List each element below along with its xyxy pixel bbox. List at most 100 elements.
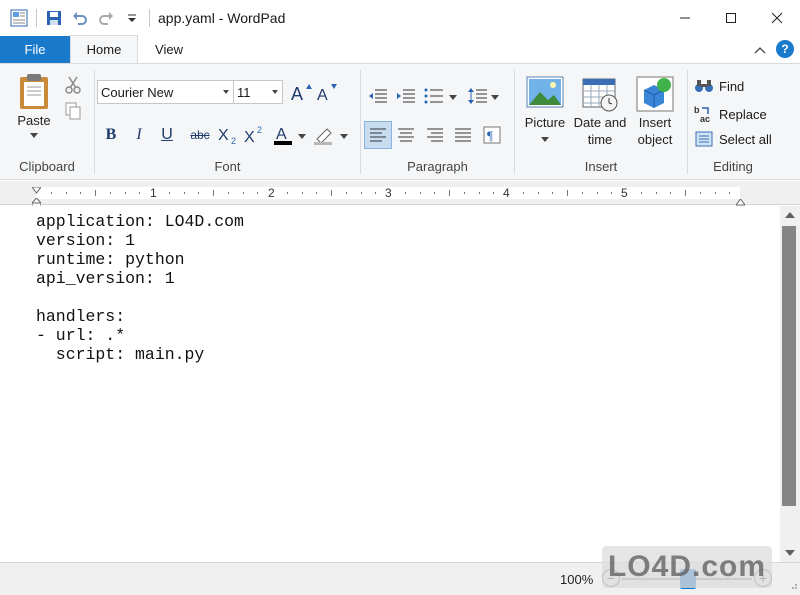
- document-line: runtime: python: [36, 250, 185, 269]
- document-area[interactable]: application: LO4D.com version: 1 runtime…: [0, 206, 780, 562]
- ruler-tick: [434, 192, 435, 194]
- ruler-tick: [66, 192, 67, 194]
- paste-label: Paste: [17, 113, 51, 128]
- picture-label: Picture: [524, 115, 566, 130]
- svg-text:2: 2: [257, 125, 262, 135]
- paste-icon: [20, 74, 48, 109]
- ruler-half-tick: [213, 190, 214, 196]
- highlight-color-icon[interactable]: [313, 123, 337, 147]
- ruler-tick: [523, 192, 524, 194]
- line-spacing-icon[interactable]: [466, 84, 490, 108]
- align-center-icon[interactable]: [394, 123, 418, 147]
- replace-button[interactable]: b ac Replace: [694, 105, 767, 123]
- ruler-number: 2: [268, 186, 275, 200]
- insert-picture-button[interactable]: Picture: [521, 76, 569, 142]
- italic-icon[interactable]: I: [127, 123, 151, 147]
- svg-text:A: A: [291, 84, 303, 102]
- font-color-icon[interactable]: A: [273, 123, 297, 147]
- font-size-select[interactable]: 11: [233, 80, 283, 104]
- strikethrough-icon[interactable]: abc: [185, 123, 215, 147]
- close-button[interactable]: [754, 0, 800, 36]
- insert-date-time-button[interactable]: Date and time: [571, 76, 629, 148]
- shrink-font-icon[interactable]: A: [315, 80, 339, 104]
- ruler-tick: [479, 192, 480, 194]
- ruler-tick: [139, 192, 140, 194]
- binoculars-icon: [695, 80, 713, 92]
- grow-font-icon[interactable]: A: [289, 80, 313, 104]
- superscript-icon[interactable]: X2: [243, 123, 267, 147]
- collapse-ribbon-icon[interactable]: [754, 42, 766, 57]
- bullet-list-icon[interactable]: [422, 84, 446, 108]
- line-spacing-dropdown-icon[interactable]: [490, 86, 500, 108]
- justify-icon[interactable]: [451, 123, 475, 147]
- align-right-icon[interactable]: [423, 123, 447, 147]
- resize-grip-icon[interactable]: [788, 578, 798, 593]
- increase-indent-icon[interactable]: [394, 84, 418, 108]
- copy-icon[interactable]: [62, 100, 84, 122]
- scroll-up-arrow-icon[interactable]: [785, 212, 795, 218]
- cut-icon[interactable]: [62, 74, 84, 96]
- date-time-label-line1: Date and: [573, 115, 627, 130]
- paste-button[interactable]: Paste: [8, 72, 60, 138]
- undo-icon[interactable]: [69, 7, 91, 29]
- underline-icon[interactable]: U: [155, 123, 179, 147]
- ruler-half-tick: [685, 190, 686, 196]
- ruler-tick: [243, 192, 244, 194]
- font-color-dropdown-icon[interactable]: [297, 125, 307, 147]
- paragraph-settings-icon[interactable]: ¶: [480, 123, 504, 147]
- select-all-icon: [695, 131, 713, 147]
- svg-text:X: X: [218, 127, 229, 144]
- bold-icon[interactable]: B: [99, 123, 123, 147]
- object-label-line1: Insert: [638, 115, 672, 130]
- paragraph-group-label: Paragraph: [407, 159, 468, 174]
- tab-view[interactable]: View: [138, 36, 200, 63]
- ruler-tick: [670, 192, 671, 194]
- insert-object-button[interactable]: Insert object: [631, 76, 679, 148]
- font-family-value: Courier New: [101, 84, 174, 100]
- picture-dropdown-icon[interactable]: [541, 137, 549, 142]
- tab-bar-right: ?: [754, 40, 794, 58]
- watermark-logo: LO4D.com: [602, 546, 772, 588]
- ruler-tick: [464, 192, 465, 194]
- font-family-select[interactable]: Courier New: [97, 80, 234, 104]
- ruler-tick: [405, 192, 406, 194]
- insert-group: Picture Date and time Insert object Inse…: [515, 68, 687, 176]
- font-group: Courier New 11 A A B I U abc X2 X2 A Fon…: [95, 68, 360, 176]
- paste-dropdown-icon[interactable]: [30, 133, 38, 138]
- save-icon[interactable]: [43, 7, 65, 29]
- clipboard-group-label: Clipboard: [19, 159, 75, 174]
- ruler-half-tick: [331, 190, 332, 196]
- subscript-icon[interactable]: X2: [217, 123, 241, 147]
- scroll-down-arrow-icon[interactable]: [785, 550, 795, 556]
- editing-group: Find b ac Replace Select all Editing: [688, 68, 778, 176]
- ruler-tick: [700, 192, 701, 194]
- redo-icon[interactable]: [95, 7, 117, 29]
- ribbon-tabs: File Home View ?: [0, 35, 800, 63]
- ruler-tick: [493, 192, 494, 194]
- ruler-tick: [641, 192, 642, 194]
- maximize-button[interactable]: [708, 0, 754, 36]
- ruler-tick: [715, 192, 716, 194]
- select-all-button[interactable]: Select all: [694, 131, 772, 147]
- ruler-tick: [552, 192, 553, 194]
- help-icon[interactable]: ?: [776, 40, 794, 58]
- window-controls: [662, 0, 800, 36]
- decrease-indent-icon[interactable]: [366, 84, 390, 108]
- minimize-button[interactable]: [662, 0, 708, 36]
- bullet-list-dropdown-icon[interactable]: [448, 86, 458, 108]
- ruler[interactable]: 1 2 3 4 5: [0, 181, 800, 208]
- qat-separator: [149, 9, 150, 27]
- ruler-half-tick: [95, 190, 96, 196]
- ruler-number: 3: [385, 186, 392, 200]
- tab-file[interactable]: File: [0, 36, 70, 63]
- vertical-scrollbar[interactable]: [780, 206, 800, 562]
- highlight-dropdown-icon[interactable]: [339, 125, 349, 147]
- wordpad-app-icon[interactable]: [8, 7, 30, 29]
- scrollbar-thumb[interactable]: [782, 226, 796, 506]
- find-button[interactable]: Find: [694, 78, 744, 94]
- customize-qat-icon[interactable]: [121, 7, 143, 29]
- tab-home[interactable]: Home: [70, 35, 138, 63]
- align-left-icon[interactable]: [364, 121, 392, 149]
- svg-text:2: 2: [231, 136, 236, 145]
- paragraph-group: ¶ Paragraph: [361, 68, 514, 176]
